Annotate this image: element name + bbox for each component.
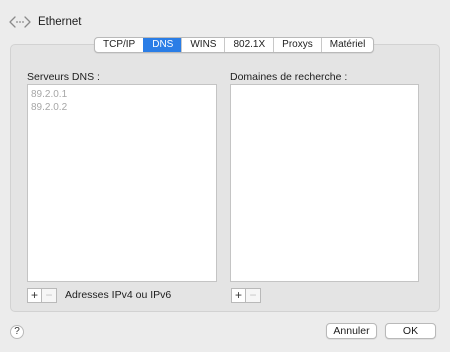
tab-dns[interactable]: DNS (143, 38, 182, 52)
tab-tcpip[interactable]: TCP/IP (95, 38, 143, 52)
search-domains-add-remove: + − (231, 288, 261, 303)
list-item[interactable]: 89.2.0.1 (28, 88, 216, 101)
search-domains-list[interactable] (230, 84, 419, 282)
ok-button[interactable]: OK (385, 323, 436, 339)
window-header: Ethernet (0, 0, 450, 40)
tab-bar: TCP/IP DNS WINS 802.1X Proxys Matériel (94, 37, 375, 53)
add-search-domain-button[interactable]: + (231, 288, 246, 303)
network-arrows-icon (9, 16, 31, 28)
window-title: Ethernet (38, 16, 82, 28)
remove-search-domain-button[interactable]: − (246, 288, 261, 303)
list-item[interactable]: 89.2.0.2 (28, 101, 216, 114)
cancel-button[interactable]: Annuler (326, 323, 377, 339)
help-button[interactable]: ? (10, 325, 24, 339)
tab-proxys[interactable]: Proxys (273, 38, 321, 52)
add-dns-server-button[interactable]: + (27, 288, 42, 303)
dns-address-hint: Adresses IPv4 ou IPv6 (65, 289, 172, 301)
remove-dns-server-button[interactable]: − (42, 288, 57, 303)
search-domains-label: Domaines de recherche : (230, 71, 348, 83)
dns-servers-list[interactable]: 89.2.0.1 89.2.0.2 (27, 84, 217, 282)
tab-wins[interactable]: WINS (181, 38, 224, 52)
tab-materiel[interactable]: Matériel (320, 38, 374, 52)
tab-8021x[interactable]: 802.1X (224, 38, 273, 52)
dns-servers-add-remove: + − (27, 288, 57, 303)
dns-servers-label: Serveurs DNS : (27, 71, 100, 83)
